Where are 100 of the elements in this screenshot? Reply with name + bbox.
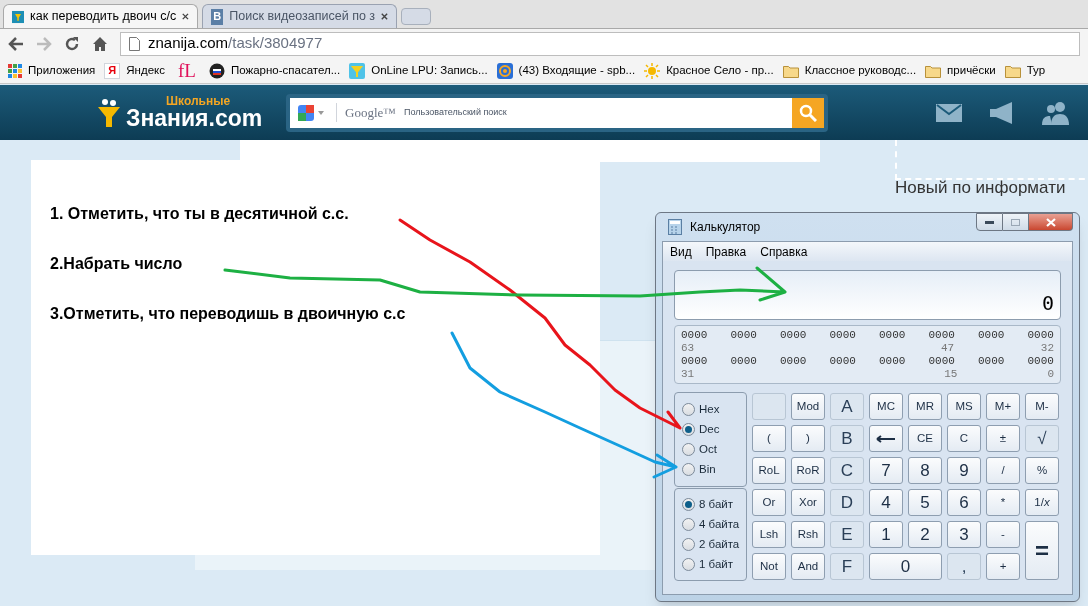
search-input[interactable]: Пользовательский поиск: [404, 105, 784, 120]
calculator-key[interactable]: 9: [947, 457, 981, 484]
calculator-key[interactable]: MR: [908, 393, 942, 420]
logo-caption: Школьные: [166, 95, 232, 107]
bit-position: 63: [681, 342, 696, 355]
bit-group: 0000: [1027, 329, 1054, 342]
calculator-key[interactable]: MC: [869, 393, 903, 420]
calculator-key[interactable]: RoR: [791, 457, 825, 484]
calculator-key[interactable]: 0: [869, 553, 942, 580]
bookmark-link[interactable]: причёски: [947, 61, 996, 80]
bit-group: 0000: [879, 329, 906, 342]
envelope-icon[interactable]: [936, 103, 962, 122]
menu-item[interactable]: Вид: [670, 242, 692, 261]
search-field[interactable]: Google™ Пользовательский поиск: [290, 97, 792, 128]
radio-label: Dec: [699, 421, 720, 437]
calculator-key[interactable]: ): [791, 425, 825, 452]
bookmark-link[interactable]: Яндекс: [126, 61, 165, 80]
address-field[interactable]: znanija.com/task/3804977: [120, 31, 1080, 56]
bookmark-link[interactable]: OnLine LPU: Запись...: [371, 61, 488, 80]
bookmark-link[interactable]: (43) Входящие - spb...: [518, 61, 636, 80]
section-heading: Новый по информати: [895, 177, 1066, 199]
bookmark-link[interactable]: Классное руководс...: [804, 61, 917, 80]
calculator-key[interactable]: %: [1025, 457, 1059, 484]
calculator-key[interactable]: MS: [947, 393, 981, 420]
calculator-icon: [668, 219, 682, 235]
radio-button[interactable]: [682, 518, 695, 531]
bit-position: 47: [939, 342, 956, 355]
bookmark-link[interactable]: Приложения: [28, 61, 96, 80]
calculator-key[interactable]: RoL: [752, 457, 786, 484]
calculator-key[interactable]: 5: [908, 489, 942, 516]
bookmark-link[interactable]: Красное Село - пр...: [666, 61, 774, 80]
back-arrow-icon[interactable]: [8, 36, 24, 51]
people-icon[interactable]: [1042, 100, 1070, 125]
calculator-key[interactable]: M-: [1025, 393, 1059, 420]
window-title: Калькулятор: [690, 219, 761, 236]
maximize-button[interactable]: [1003, 213, 1029, 231]
calculator-key[interactable]: And: [791, 553, 825, 580]
radio-button[interactable]: [682, 498, 695, 511]
funnel-logo-icon: [96, 96, 122, 129]
calculator-key[interactable]: *: [986, 489, 1020, 516]
calculator-key[interactable]: Lsh: [752, 521, 786, 548]
browser-tab[interactable]: как переводить двоич с/с: [3, 4, 198, 28]
bit-group: 0000: [780, 329, 807, 342]
bookmark-link[interactable]: Пожарно-спасател...: [230, 61, 341, 80]
calculator-key[interactable]: Or: [752, 489, 786, 516]
bookmark-link[interactable]: Тур: [1026, 61, 1046, 80]
calculator-key[interactable]: [869, 425, 903, 452]
menu-item[interactable]: Правка: [705, 242, 747, 261]
calculator-key[interactable]: 6: [947, 489, 981, 516]
radio-button[interactable]: [682, 463, 695, 476]
calculator-key[interactable]: 4: [869, 489, 903, 516]
bit-group: 0000: [978, 355, 1005, 368]
radio-button[interactable]: [682, 443, 695, 456]
calculator-key[interactable]: =: [1025, 521, 1059, 580]
calculator-key[interactable]: 2: [908, 521, 942, 548]
calculator-key[interactable]: ±: [986, 425, 1020, 452]
calculator-key[interactable]: Xor: [791, 489, 825, 516]
close-button[interactable]: [1029, 213, 1073, 231]
calculator-key[interactable]: -: [986, 521, 1020, 548]
calculator-key[interactable]: 8: [908, 457, 942, 484]
radio-button[interactable]: [682, 423, 695, 436]
calculator-key[interactable]: Mod: [791, 393, 825, 420]
close-icon[interactable]: [182, 12, 189, 21]
close-icon[interactable]: [381, 12, 388, 21]
tab-title: Поиск видеозаписей по з: [229, 8, 376, 26]
bit-group: 0000: [681, 355, 708, 368]
calculator-key[interactable]: Rsh: [791, 521, 825, 548]
search-button[interactable]: [792, 97, 824, 128]
bookmark-logo-icon: Я: [104, 62, 121, 79]
calculator-key[interactable]: +: [986, 553, 1020, 580]
calculator-key[interactable]: 1: [869, 521, 903, 548]
calculator-key[interactable]: CE: [908, 425, 942, 452]
calculator-key[interactable]: M+: [986, 393, 1020, 420]
bit-position: 15: [943, 368, 959, 381]
reload-icon[interactable]: [64, 35, 80, 52]
bit-group: 0000: [730, 329, 757, 342]
radio-label: 4 байта: [699, 516, 740, 532]
calculator-key[interactable]: 7: [869, 457, 903, 484]
calculator-key[interactable]: 1/x: [1025, 489, 1059, 516]
radio-button[interactable]: [682, 403, 695, 416]
home-icon[interactable]: [92, 35, 108, 52]
radio-button[interactable]: [682, 558, 695, 571]
bit-group: 0000: [978, 329, 1005, 342]
apps-grid-icon: [8, 63, 22, 78]
search-icon: [799, 103, 817, 122]
calculator-key[interactable]: 3: [947, 521, 981, 548]
tab-title: как переводить двоич с/с: [30, 8, 177, 26]
browser-tab[interactable]: В Поиск видеозаписей по з: [202, 4, 397, 28]
minimize-button[interactable]: [976, 213, 1003, 231]
bookmark-logo[interactable]: fL: [174, 61, 200, 80]
calculator-key[interactable]: /: [986, 457, 1020, 484]
bit-group: 0000: [681, 329, 708, 342]
calculator-key[interactable]: C: [947, 425, 981, 452]
calculator-key[interactable]: (: [752, 425, 786, 452]
menu-item[interactable]: Справка: [760, 242, 808, 261]
radio-button[interactable]: [682, 538, 695, 551]
calculator-key[interactable]: Not: [752, 553, 786, 580]
instruction-step: 3.Отметить, что переводишь в двоичную с.с: [50, 302, 600, 326]
bit-group: 0000: [829, 355, 856, 368]
emblem-icon: [208, 62, 225, 79]
